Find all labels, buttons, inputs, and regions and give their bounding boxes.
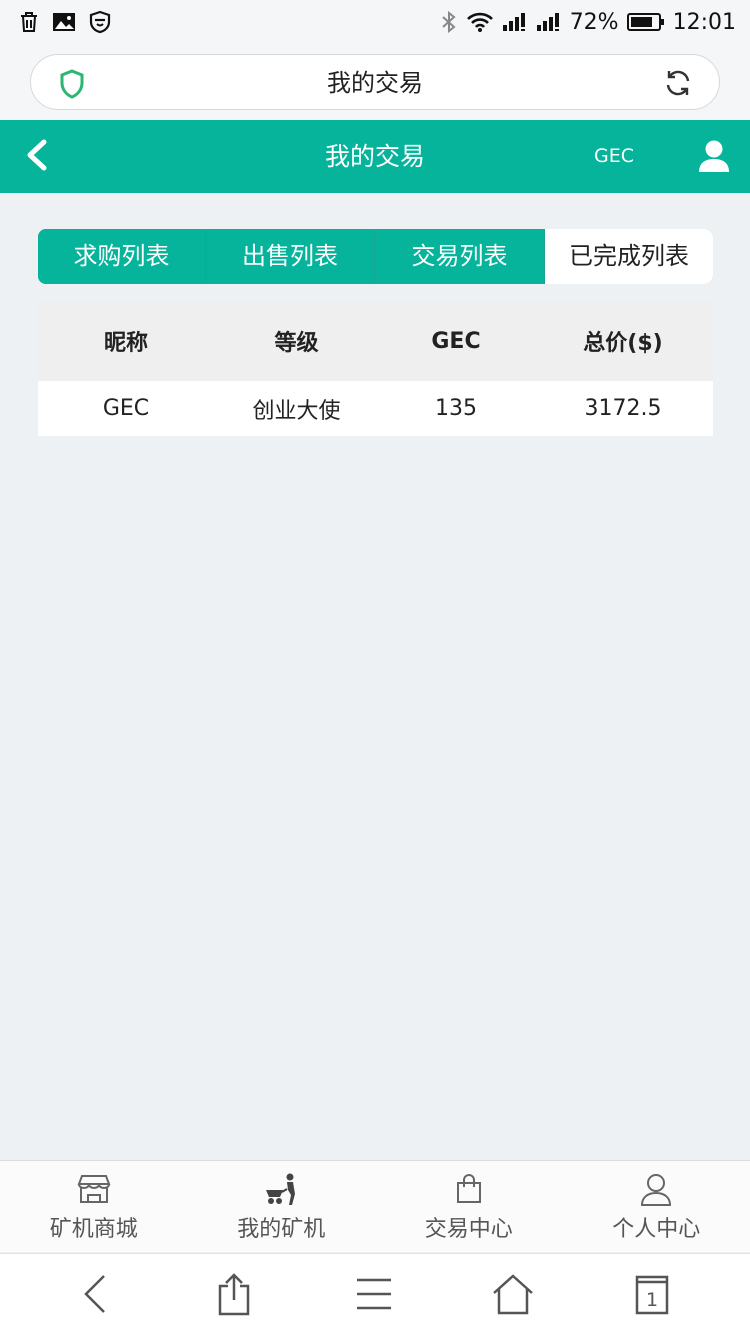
browser-toolbar: 1 (0, 1253, 750, 1333)
signal-icon (502, 11, 528, 33)
trade-list-tabs: 求购列表 出售列表 交易列表 已完成列表 (38, 229, 713, 284)
nav-label-trade-center: 交易中心 (424, 1217, 513, 1242)
shop-icon (0, 1173, 188, 1207)
status-bar: 72% 12:01 (0, 0, 750, 44)
browser-address-bar: 我的交易 (0, 44, 750, 120)
column-header-level: 等级 (274, 331, 319, 356)
cell-level: 创业大使 (252, 398, 341, 424)
miner-cart-icon (188, 1173, 376, 1207)
bottom-navigation: 矿机商城 我的矿机 交易中心 个人中心 (0, 1160, 750, 1252)
status-notifications (18, 10, 112, 34)
coin-label[interactable]: GEC (594, 120, 634, 193)
home-icon[interactable] (491, 1272, 535, 1316)
battery-icon (626, 11, 665, 33)
cell-total-price: 3172.5 (584, 396, 662, 421)
table-header: 昵称 等级 GEC 总价($) (38, 301, 713, 381)
bluetooth-icon (440, 10, 458, 34)
battery-percent: 72% (569, 9, 619, 35)
tab-count-text: 1 (646, 1289, 658, 1311)
completed-trades-table: 昵称 等级 GEC 总价($) GEC 创业大使 135 3172.5 (38, 301, 713, 436)
share-icon[interactable] (212, 1272, 256, 1316)
browser-back-icon[interactable] (74, 1272, 118, 1316)
tab-trade-list[interactable]: 交易列表 (375, 229, 545, 284)
image-icon (52, 11, 76, 33)
nav-item-miner-shop[interactable]: 矿机商城 (0, 1161, 188, 1253)
shopping-bag-icon (375, 1173, 563, 1207)
tab-completed-list[interactable]: 已完成列表 (545, 229, 713, 284)
tab-buy-list[interactable]: 求购列表 (38, 229, 206, 284)
nav-label-my-miners: 我的矿机 (237, 1217, 326, 1242)
column-header-gec: GEC (431, 328, 481, 354)
signal-icon-2 (536, 11, 562, 33)
nav-item-my-miners[interactable]: 我的矿机 (188, 1161, 376, 1253)
column-header-nickname: 昵称 (103, 331, 148, 356)
wifi-icon (466, 11, 494, 33)
menu-icon[interactable] (352, 1272, 396, 1316)
nav-label-miner-shop: 矿机商城 (49, 1217, 138, 1242)
status-indicators: 72% 12:01 (440, 10, 736, 35)
address-field[interactable]: 我的交易 (30, 54, 720, 110)
person-icon (563, 1173, 750, 1207)
refresh-icon[interactable] (663, 68, 693, 102)
app-header: 我的交易 GEC (0, 120, 750, 193)
tab-sell-list[interactable]: 出售列表 (206, 229, 375, 284)
shield-mask-icon (88, 10, 112, 34)
nav-item-personal-center[interactable]: 个人中心 (563, 1161, 750, 1253)
user-icon[interactable] (698, 139, 730, 177)
trash-icon (18, 11, 40, 33)
cell-gec-amount: 135 (435, 396, 477, 421)
nav-item-trade-center[interactable]: 交易中心 (375, 1161, 563, 1253)
page-title-in-address[interactable]: 我的交易 (31, 55, 719, 111)
clock: 12:01 (672, 9, 736, 35)
column-header-total-price: 总价($) (583, 331, 663, 356)
cell-nickname: GEC (102, 396, 150, 421)
table-row[interactable]: GEC 创业大使 135 3172.5 (38, 381, 713, 436)
page-title: 我的交易 (324, 142, 425, 171)
nav-label-personal-center: 个人中心 (612, 1217, 701, 1242)
tabs-count-icon[interactable]: 1 (630, 1272, 674, 1316)
